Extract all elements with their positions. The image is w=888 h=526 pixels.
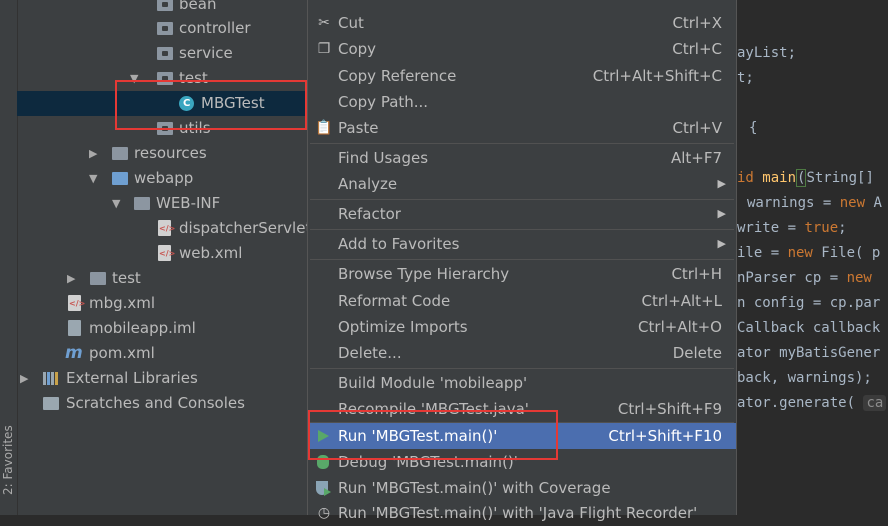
menu-item-cut[interactable]: ✂ Cut Ctrl+X xyxy=(308,10,736,36)
menu-separator xyxy=(310,368,734,369)
menu-item-recompile[interactable]: Recompile 'MBGTest.java' Ctrl+Shift+F9 xyxy=(308,396,736,422)
chevron-down-icon[interactable]: ▼ xyxy=(112,191,120,216)
tree-item-webapp[interactable]: ▼ webapp xyxy=(17,166,310,191)
menu-item-reformat-code[interactable]: Reformat Code Ctrl+Alt+L xyxy=(308,288,736,314)
submenu-arrow-icon: ▶ xyxy=(717,237,726,250)
package-icon xyxy=(157,47,173,60)
menu-separator xyxy=(310,199,734,200)
menu-item-find-usages[interactable]: Find Usages Alt+F7 xyxy=(308,145,736,171)
libraries-icon xyxy=(43,372,60,385)
menu-item-run-with-coverage[interactable]: Run 'MBGTest.main()' with Coverage xyxy=(308,475,736,501)
code-editor[interactable]: ayList; t; { id main(String[] warnings =… xyxy=(737,0,888,515)
chevron-right-icon[interactable]: ▶ xyxy=(20,366,28,391)
scratches-icon xyxy=(43,397,59,410)
tree-item-test-package[interactable]: ▼ test xyxy=(17,66,310,91)
package-icon xyxy=(157,0,173,11)
copy-icon: ❐ xyxy=(317,41,331,57)
tree-item-web-xml[interactable]: </> web.xml xyxy=(17,241,310,266)
menu-item-copy[interactable]: ❐ Copy Ctrl+C xyxy=(308,36,736,62)
code-line: write = true; xyxy=(737,220,847,236)
package-icon xyxy=(157,122,173,135)
code-line: ator myBatisGener xyxy=(737,345,881,361)
run-icon xyxy=(318,430,329,442)
code-line: nParser cp = new xyxy=(737,270,872,286)
debug-icon xyxy=(317,455,329,469)
tree-item-web-inf[interactable]: ▼ WEB-INF xyxy=(17,191,310,216)
tree-item-resources[interactable]: ▶ resources xyxy=(17,141,310,166)
tree-item-dispatcher[interactable]: </> dispatcherServlet xyxy=(17,216,311,241)
menu-separator xyxy=(310,259,734,260)
tree-item-service[interactable]: service xyxy=(17,41,310,66)
menu-item-debug[interactable]: Debug 'MBGTest.main()' xyxy=(308,449,736,475)
tree-item-iml[interactable]: mobileapp.iml xyxy=(17,316,310,341)
code-line: ile = new File( p xyxy=(737,245,881,261)
coverage-icon xyxy=(316,481,331,496)
flight-recorder-icon: ◷ xyxy=(317,505,331,521)
menu-item-optimize-imports[interactable]: Optimize Imports Ctrl+Alt+O xyxy=(308,314,736,340)
submenu-arrow-icon: ▶ xyxy=(717,177,726,190)
xml-file-icon: </> xyxy=(158,245,175,261)
tree-item-controller[interactable]: controller xyxy=(17,16,310,41)
favorites-strip[interactable]: 2: Favorites xyxy=(0,0,18,515)
code-line: warnings = new A xyxy=(747,195,882,211)
menu-item-browse-type-hierarchy[interactable]: Browse Type Hierarchy Ctrl+H xyxy=(308,261,736,287)
menu-item-add-to-favorites[interactable]: Add to Favorites ▶ xyxy=(308,231,736,257)
code-line: id main(String[] xyxy=(737,169,874,187)
tree-item-pom[interactable]: m pom.xml xyxy=(17,341,310,366)
code-line: back, warnings); xyxy=(737,370,872,386)
clipboard-icon: 📋 xyxy=(315,120,333,136)
folder-icon xyxy=(134,197,150,210)
xml-file-icon: </> xyxy=(158,220,175,236)
menu-item-copy-reference[interactable]: Copy Reference Ctrl+Alt+Shift+C xyxy=(308,63,736,89)
menu-separator xyxy=(310,143,734,144)
package-icon xyxy=(157,72,173,85)
project-tree: 2: Favorites bean controller service ▼ t… xyxy=(0,0,311,515)
menu-item-paste[interactable]: 📋 Paste Ctrl+V xyxy=(308,115,736,141)
chevron-down-icon[interactable]: ▼ xyxy=(130,66,138,91)
tree-item-test[interactable]: ▶ test xyxy=(17,266,310,291)
menu-item-build-module[interactable]: Build Module 'mobileapp' xyxy=(308,370,736,396)
menu-separator xyxy=(310,229,734,230)
code-line: ayList; xyxy=(737,45,797,61)
code-line: Callback callback xyxy=(737,320,881,336)
tree-item-utils[interactable]: utils xyxy=(17,116,310,141)
menu-item-delete[interactable]: Delete... Delete xyxy=(308,340,736,366)
code-line: ator.generate( ca xyxy=(737,391,887,416)
chevron-down-icon[interactable]: ▼ xyxy=(89,166,97,191)
chevron-right-icon[interactable]: ▶ xyxy=(89,141,97,166)
package-icon xyxy=(157,22,173,35)
tree-item-external-libraries[interactable]: ▶ External Libraries xyxy=(17,366,310,391)
menu-item-analyze[interactable]: Analyze ▶ xyxy=(308,171,736,197)
menu-item-copy-path[interactable]: Copy Path... xyxy=(308,89,736,115)
web-folder-icon xyxy=(112,172,128,185)
resources-folder-icon xyxy=(112,147,128,160)
code-line: n config = cp.par xyxy=(737,295,881,311)
menu-item-run[interactable]: Run 'MBGTest.main()' Ctrl+Shift+F10 xyxy=(308,423,736,449)
favorites-tab[interactable]: 2: Favorites xyxy=(1,425,15,495)
tree-item-mbgtest[interactable]: C MBGTest xyxy=(17,91,310,116)
code-line: t; xyxy=(737,70,754,86)
chevron-right-icon[interactable]: ▶ xyxy=(67,266,75,291)
java-class-icon: C xyxy=(179,96,194,111)
scissors-icon: ✂ xyxy=(318,15,330,31)
menu-item-refactor[interactable]: Refactor ▶ xyxy=(308,201,736,227)
folder-icon xyxy=(90,272,106,285)
tree-item-scratches[interactable]: Scratches and Consoles xyxy=(17,391,310,416)
code-line: { xyxy=(749,120,758,136)
tree-item-bean[interactable]: bean xyxy=(17,0,310,17)
submenu-arrow-icon: ▶ xyxy=(717,207,726,220)
maven-icon: m xyxy=(65,343,83,363)
xml-file-icon: </> xyxy=(68,295,85,311)
context-menu: ✂ Cut Ctrl+X ❐ Copy Ctrl+C Copy Referenc… xyxy=(307,0,737,522)
module-file-icon xyxy=(68,320,81,336)
tree-item-mbg-xml[interactable]: </> mbg.xml xyxy=(17,291,310,316)
menu-item-run-with-jfr[interactable]: ◷ Run 'MBGTest.main()' with 'Java Flight… xyxy=(308,500,736,526)
